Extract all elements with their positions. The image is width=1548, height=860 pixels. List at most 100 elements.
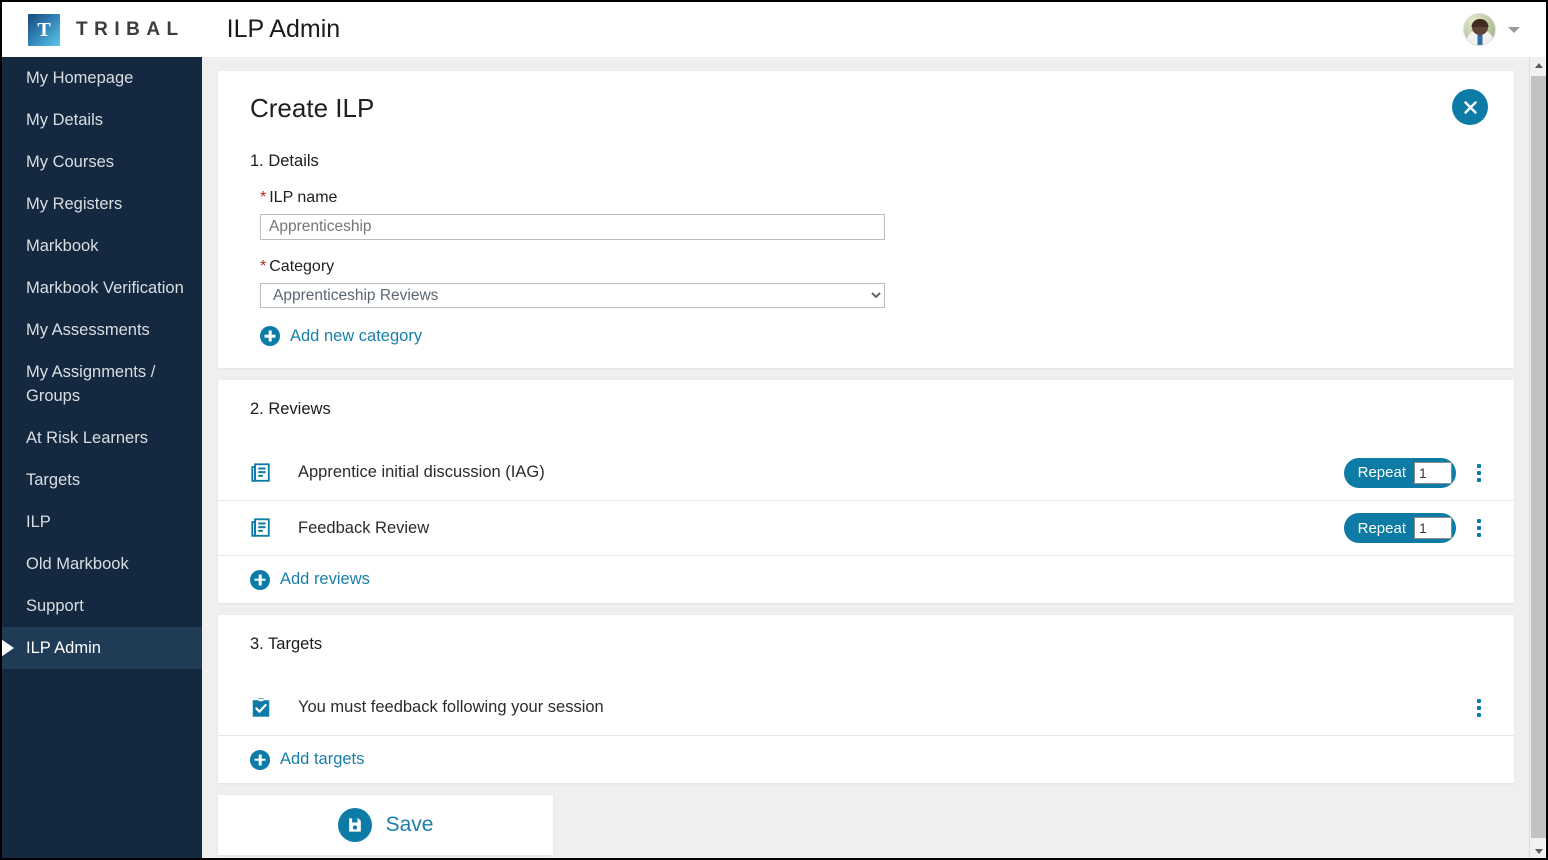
document-lines-icon [251, 518, 270, 537]
add-new-category-label: Add new category [290, 326, 423, 345]
logo-letter: T [37, 18, 51, 41]
add-reviews-row: Add reviews [218, 555, 1514, 603]
review-row-label: Feedback Review [298, 518, 430, 537]
close-dialog-button[interactable] [1452, 89, 1488, 125]
targets-panel: 3. Targets You must feedback following y… [218, 615, 1514, 783]
targets-list: You must feedback following your session… [218, 680, 1514, 783]
avatar-tie [1477, 33, 1482, 45]
vertical-scrollbar[interactable] [1529, 57, 1546, 858]
scroll-up-button[interactable] [1530, 57, 1546, 74]
kebab-dot [1477, 705, 1481, 710]
details-section-title: 1. Details [250, 152, 319, 170]
ilp-name-label-text: ILP name [269, 189, 338, 206]
sidebar-item-my-homepage[interactable]: My Homepage [2, 57, 202, 99]
add-reviews-label: Add reviews [280, 570, 370, 588]
review-row[interactable]: Apprentice initial discussion (IAG) Repe… [218, 445, 1514, 500]
kebab-dot [1477, 698, 1481, 703]
sidebar-item-my-assignments-groups[interactable]: My Assignments / Groups [2, 351, 202, 417]
reviews-panel: 2. Reviews Apprentice initial discussion… [218, 380, 1514, 603]
category-select[interactable]: Apprenticeship Reviews [260, 283, 885, 308]
repeat-control[interactable]: Repeat [1343, 513, 1456, 543]
target-row-actions [1470, 696, 1488, 720]
add-targets-row: Add targets [218, 735, 1514, 783]
sidebar-item-at-risk-learners[interactable]: At Risk Learners [2, 417, 202, 459]
kebab-dot [1477, 519, 1481, 523]
repeat-input[interactable] [1414, 461, 1452, 484]
details-panel: Create ILP 1. Details *ILP name *Categor… [218, 71, 1514, 368]
repeat-label: Repeat [1357, 519, 1406, 537]
save-button[interactable]: Save [218, 795, 553, 855]
review-row-actions: Repeat [1343, 457, 1488, 488]
kebab-dot [1477, 470, 1481, 475]
sidebar-item-my-assessments[interactable]: My Assessments [2, 309, 202, 351]
review-row-actions: Repeat [1343, 513, 1488, 543]
repeat-control[interactable]: Repeat [1343, 457, 1456, 488]
category-label-text: Category [269, 258, 335, 275]
kebab-dot [1477, 712, 1481, 717]
app-title: ILP Admin [226, 15, 341, 43]
kebab-dot [1477, 463, 1481, 468]
add-targets-label: Add targets [280, 750, 365, 768]
required-marker: * [260, 258, 267, 275]
clipboard-check-icon [252, 697, 270, 717]
kebab-dot [1477, 526, 1481, 530]
sidebar-item-markbook[interactable]: Markbook [2, 225, 202, 267]
top-bar-right [1463, 13, 1520, 46]
review-row-menu-button[interactable] [1470, 461, 1488, 485]
sidebar-item-my-courses[interactable]: My Courses [2, 141, 202, 183]
plus-icon [250, 569, 270, 590]
plus-icon [250, 749, 270, 770]
sidebar-item-ilp-admin[interactable]: ILP Admin [2, 627, 202, 669]
target-row[interactable]: You must feedback following your session [218, 680, 1514, 735]
main-content: Create ILP 1. Details *ILP name *Categor… [202, 57, 1546, 858]
targets-section-title: 3. Targets [250, 635, 323, 653]
ilp-name-label: * ILP name [260, 189, 1482, 207]
add-reviews-button[interactable]: Add reviews [250, 569, 370, 590]
scroll-down-button[interactable] [1530, 843, 1546, 858]
sidebar: My Homepage My Details My Courses My Reg… [2, 57, 202, 858]
avatar[interactable] [1463, 13, 1496, 46]
chevron-down-icon [1534, 849, 1543, 854]
chevron-down-icon[interactable] [1508, 26, 1520, 33]
plus-icon [260, 326, 280, 346]
reviews-section-title: 2. Reviews [250, 400, 331, 418]
reviews-list: Apprentice initial discussion (IAG) Repe… [218, 445, 1514, 603]
sidebar-item-targets[interactable]: Targets [2, 459, 202, 501]
add-targets-button[interactable]: Add targets [250, 749, 365, 770]
logo-wordmark: TRIBAL [76, 18, 185, 40]
page-title: Create ILP [250, 93, 375, 123]
target-row-menu-button[interactable] [1470, 696, 1488, 720]
ilp-name-field-block: * ILP name [218, 171, 1514, 240]
scrollbar-thumb[interactable] [1531, 76, 1546, 838]
chevron-up-icon [1534, 63, 1543, 68]
kebab-dot [1477, 477, 1481, 482]
tribal-logo-icon: T [28, 13, 60, 46]
repeat-label: Repeat [1357, 464, 1406, 481]
close-icon [1463, 100, 1477, 114]
add-new-category-button[interactable]: Add new category [260, 326, 1514, 346]
repeat-input[interactable] [1414, 517, 1452, 539]
details-panel-header: Create ILP [218, 71, 1514, 125]
ilp-name-input[interactable] [260, 214, 885, 240]
category-label: * Category [260, 258, 1482, 276]
target-row-label: You must feedback following your session [298, 698, 604, 716]
review-row-label: Apprentice initial discussion (IAG) [298, 463, 545, 481]
add-new-category-row: Add new category [218, 308, 1514, 368]
avatar-hair [1471, 18, 1488, 27]
sidebar-item-my-registers[interactable]: My Registers [2, 183, 202, 225]
review-row[interactable]: Feedback Review Repeat [218, 500, 1514, 555]
sidebar-item-support[interactable]: Support [2, 585, 202, 627]
sidebar-item-ilp[interactable]: ILP [2, 501, 202, 543]
save-button-label: Save [385, 813, 434, 836]
sidebar-item-my-details[interactable]: My Details [2, 99, 202, 141]
review-row-menu-button[interactable] [1470, 516, 1488, 540]
document-lines-icon [251, 462, 270, 482]
category-field-block: * Category Apprenticeship Reviews [218, 240, 1514, 308]
sidebar-item-markbook-verification[interactable]: Markbook Verification [2, 267, 202, 309]
required-marker: * [260, 189, 267, 206]
floppy-disk-icon [337, 808, 372, 842]
sidebar-item-old-markbook[interactable]: Old Markbook [2, 543, 202, 585]
brand-logo[interactable]: T TRIBAL [28, 13, 185, 46]
top-bar: T TRIBAL ILP Admin [2, 2, 1546, 57]
kebab-dot [1477, 533, 1481, 537]
